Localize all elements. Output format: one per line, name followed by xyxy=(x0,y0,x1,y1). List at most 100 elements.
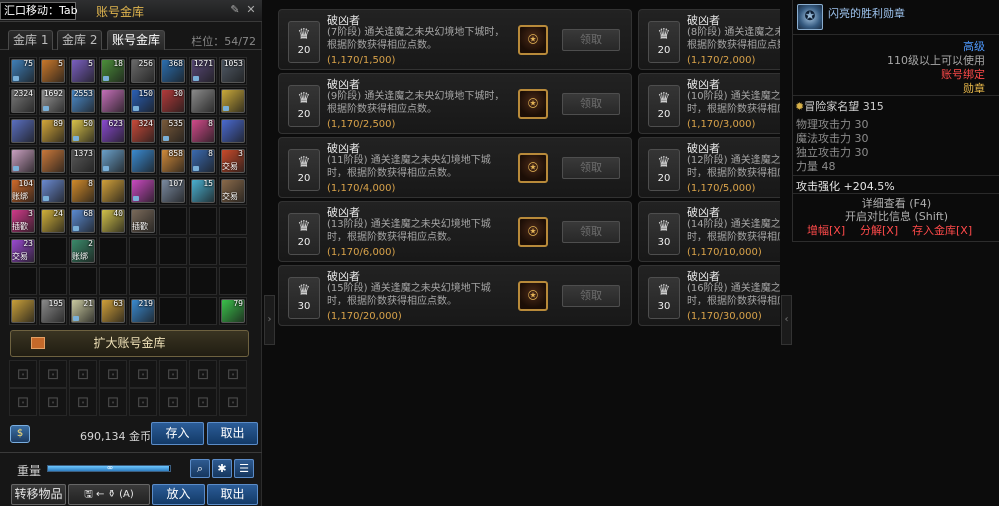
collapse-handle-right[interactable]: ‹ xyxy=(781,295,792,345)
claim-button[interactable]: 领取 xyxy=(562,285,620,307)
vault-slot[interactable] xyxy=(9,117,37,145)
lock-icon[interactable]: ⊡ xyxy=(189,388,217,416)
lock-icon[interactable]: ⊡ xyxy=(9,360,37,388)
vault-slot[interactable]: 2 账绑 xyxy=(69,237,97,265)
vault-slot[interactable]: 18 xyxy=(99,57,127,85)
item-icon[interactable]: 18 xyxy=(101,59,125,83)
vault-slot[interactable] xyxy=(9,267,37,295)
vault-slot[interactable]: 623 xyxy=(99,117,127,145)
vault-slot[interactable] xyxy=(159,267,187,295)
reward-badge-icon[interactable]: ⍟ xyxy=(518,89,548,119)
item-icon[interactable]: 50 xyxy=(71,119,95,143)
claim-button[interactable]: 领取 xyxy=(562,93,620,115)
item-icon[interactable] xyxy=(11,149,35,173)
vault-slot[interactable]: 1373 xyxy=(69,147,97,175)
item-icon[interactable] xyxy=(221,89,245,113)
item-icon[interactable]: 2 账绑 xyxy=(71,239,95,263)
vault-slot[interactable]: 3 交易 xyxy=(219,147,247,175)
item-icon[interactable] xyxy=(131,179,155,203)
pin-icon[interactable]: ✎ xyxy=(228,3,242,17)
vault-slot[interactable]: 5 xyxy=(69,57,97,85)
vault-slot[interactable]: 75 xyxy=(9,57,37,85)
item-icon[interactable]: 30 xyxy=(161,89,185,113)
vault-slot[interactable] xyxy=(159,297,187,325)
item-icon[interactable]: 107 xyxy=(161,179,185,203)
claim-button[interactable]: 领取 xyxy=(562,157,620,179)
item-icon[interactable]: 104 账绑 xyxy=(11,179,35,203)
vault-slot[interactable] xyxy=(9,147,37,175)
vault-slot[interactable]: 23 交易 xyxy=(9,237,37,265)
reward-badge-icon[interactable]: ⍟ xyxy=(518,217,548,247)
reward-badge-icon[interactable]: ⍟ xyxy=(518,281,548,311)
vault-slot[interactable]: 1692 xyxy=(39,87,67,115)
gear-icon[interactable]: ✱ xyxy=(212,459,232,478)
vault-slot[interactable]: 107 xyxy=(159,177,187,205)
vault-slot[interactable]: 89 xyxy=(39,117,67,145)
item-icon[interactable] xyxy=(41,149,65,173)
collapse-handle-left[interactable]: › xyxy=(264,295,275,345)
vault-slot[interactable]: 交易 xyxy=(219,177,247,205)
item-icon[interactable]: 195 xyxy=(41,299,65,323)
vault-slot[interactable]: 256 xyxy=(129,57,157,85)
vault-slot[interactable] xyxy=(189,207,217,235)
item-icon[interactable]: 150 xyxy=(131,89,155,113)
item-icon[interactable]: 324 xyxy=(131,119,155,143)
vault-slot[interactable] xyxy=(39,237,67,265)
item-icon[interactable]: 2553 xyxy=(71,89,95,113)
item-icon[interactable]: 插歡 xyxy=(131,209,155,233)
vault-slot[interactable]: 150 xyxy=(129,87,157,115)
reward-badge-icon[interactable]: ⍟ xyxy=(518,153,548,183)
item-icon[interactable]: 89 xyxy=(41,119,65,143)
expand-vault-button[interactable]: 扩大账号金库 xyxy=(10,330,249,357)
item-icon[interactable]: 535 xyxy=(161,119,185,143)
vault-slot[interactable]: 2324 xyxy=(9,87,37,115)
item-icon[interactable]: 858 xyxy=(161,149,185,173)
item-icon[interactable] xyxy=(11,299,35,323)
vault-slot[interactable]: 2553 xyxy=(69,87,97,115)
close-icon[interactable]: ✕ xyxy=(244,3,258,17)
withdraw-gold-button[interactable]: 取出 xyxy=(207,422,258,445)
deposit-gold-button[interactable]: 存入 xyxy=(151,422,204,445)
claim-button[interactable]: 领取 xyxy=(562,29,620,51)
vault-slot[interactable] xyxy=(129,267,157,295)
item-icon[interactable]: 21 xyxy=(71,299,95,323)
lock-icon[interactable]: ⊡ xyxy=(129,388,157,416)
vault-slot[interactable] xyxy=(219,267,247,295)
item-icon[interactable]: 219 xyxy=(131,299,155,323)
item-icon[interactable]: 623 xyxy=(101,119,125,143)
vault-slot[interactable] xyxy=(219,87,247,115)
vault-slot[interactable] xyxy=(159,237,187,265)
vault-slot[interactable] xyxy=(189,267,217,295)
vault-slot[interactable] xyxy=(69,267,97,295)
reward-badge-icon[interactable]: ⍟ xyxy=(518,25,548,55)
lock-icon[interactable]: ⊡ xyxy=(189,360,217,388)
vault-slot[interactable]: 63 xyxy=(99,297,127,325)
vault-slot[interactable] xyxy=(129,147,157,175)
put-in-button[interactable]: 放入 xyxy=(152,484,205,505)
vault-slot[interactable]: 插歡 xyxy=(129,207,157,235)
item-icon[interactable]: 5 xyxy=(71,59,95,83)
claim-button[interactable]: 领取 xyxy=(562,221,620,243)
item-icon[interactable]: 5 xyxy=(41,59,65,83)
vault-slot[interactable] xyxy=(39,267,67,295)
vault-slot[interactable]: 21 xyxy=(69,297,97,325)
vault-slot[interactable] xyxy=(99,177,127,205)
vault-slot[interactable] xyxy=(219,117,247,145)
item-icon[interactable]: 3 插歡 xyxy=(11,209,35,233)
tab-vault-2[interactable]: 金库 2 xyxy=(57,30,103,50)
item-icon[interactable]: 40 xyxy=(101,209,125,233)
item-icon[interactable] xyxy=(101,179,125,203)
lock-icon[interactable]: ⊡ xyxy=(99,388,127,416)
item-icon[interactable] xyxy=(41,179,65,203)
item-icon[interactable] xyxy=(101,89,125,113)
lock-icon[interactable]: ⊡ xyxy=(129,360,157,388)
lock-icon[interactable]: ⊡ xyxy=(69,388,97,416)
lock-icon[interactable]: ⊡ xyxy=(219,360,247,388)
search-icon[interactable]: ⌕ xyxy=(190,459,210,478)
vault-slot[interactable] xyxy=(99,237,127,265)
item-icon[interactable]: 8 xyxy=(191,119,215,143)
tab-vault-1[interactable]: 金库 1 xyxy=(8,30,54,50)
item-icon[interactable]: 75 xyxy=(11,59,35,83)
lock-icon[interactable]: ⊡ xyxy=(219,388,247,416)
list-icon[interactable]: ☰ xyxy=(234,459,254,478)
